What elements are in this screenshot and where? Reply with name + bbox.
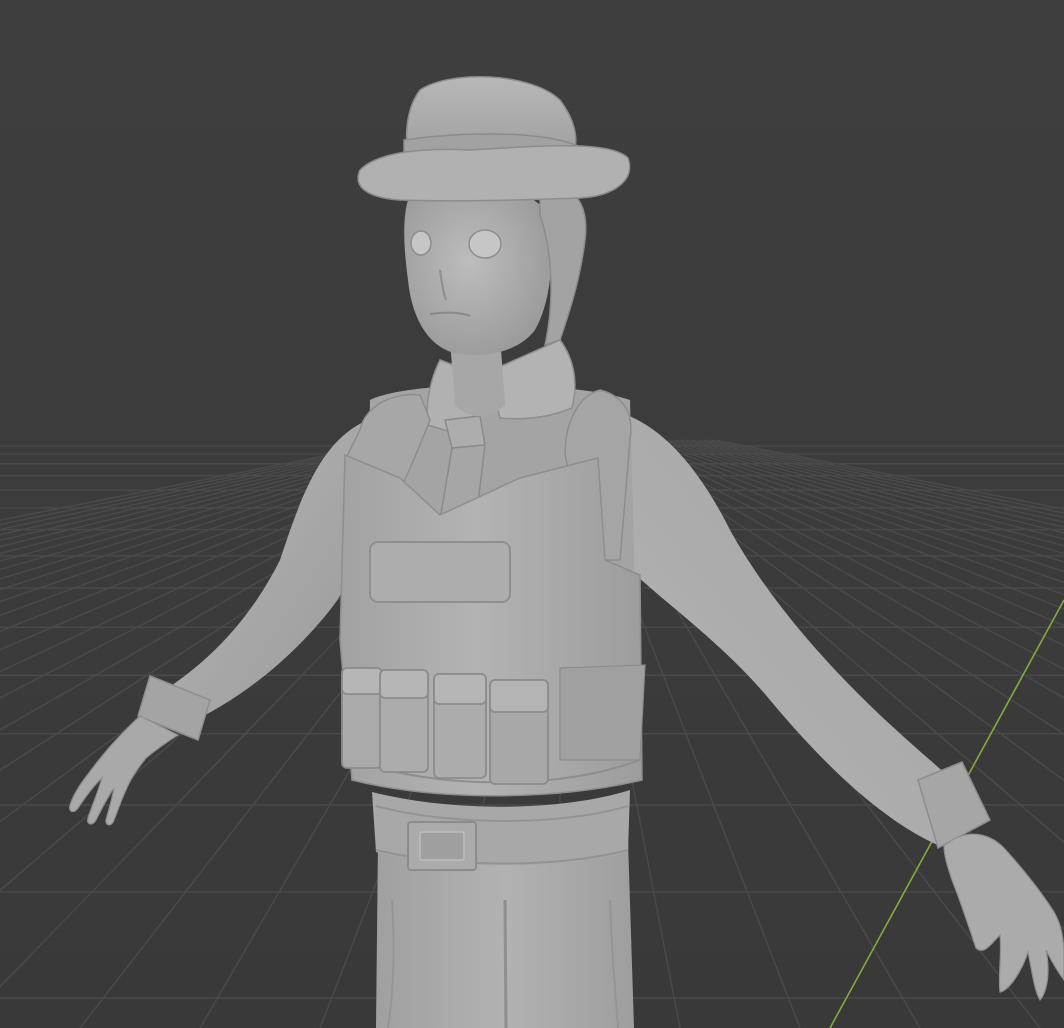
belt-buckle-icon [407, 821, 477, 871]
head-icon [404, 185, 552, 355]
3d-viewport[interactable] [0, 0, 1064, 1028]
chest-patch-icon [369, 541, 511, 603]
magazine-pouch-icon [341, 667, 549, 785]
viewport-canvas[interactable] [0, 0, 1064, 1028]
